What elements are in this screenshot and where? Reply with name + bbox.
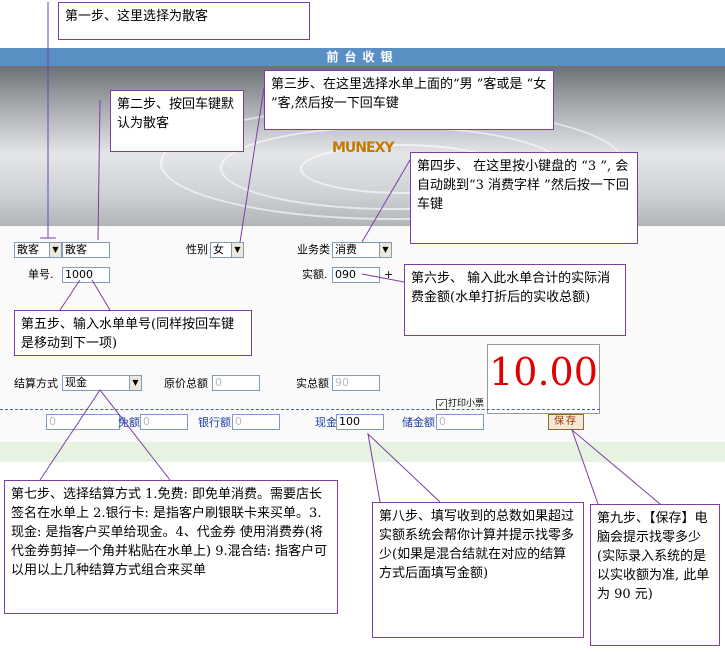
callout-step3: 第三步、在这里选择水单上面的“男 ”客或是 “女 ”客,然后按一下回车键 — [264, 70, 554, 130]
callout-step4: 第四步、 在这里按小键盘的 “3 ”, 会自动跳到“3 消费字样 ”然后按一下回… — [410, 152, 638, 244]
callout-step2: 第二步、按回车键默认为散客 — [110, 90, 244, 152]
callout-step9: 第九步、【保存】电脑会提示找零多少(实际录入系统的是以实收额为准, 此单为 90… — [590, 504, 720, 646]
callout-step8: 第八步、填写收到的总数如果超过实额系统会帮你计算并提示找零多少(如果是混合结就在… — [372, 502, 584, 638]
callout-step5: 第五步、输入水单单号(同样按回车键是移动到下一项) — [14, 310, 252, 356]
callout-step6: 第六步、 输入此水单合计的实际消费金额(水单打折后的实收总额) — [404, 264, 626, 336]
callout-step7: 第七步、选择结算方式 1.免费: 即免单消费。需要店长签名在水单上 2.银行卡:… — [4, 480, 338, 614]
callout-step1: 第一步、这里选择为散客 — [58, 2, 310, 40]
